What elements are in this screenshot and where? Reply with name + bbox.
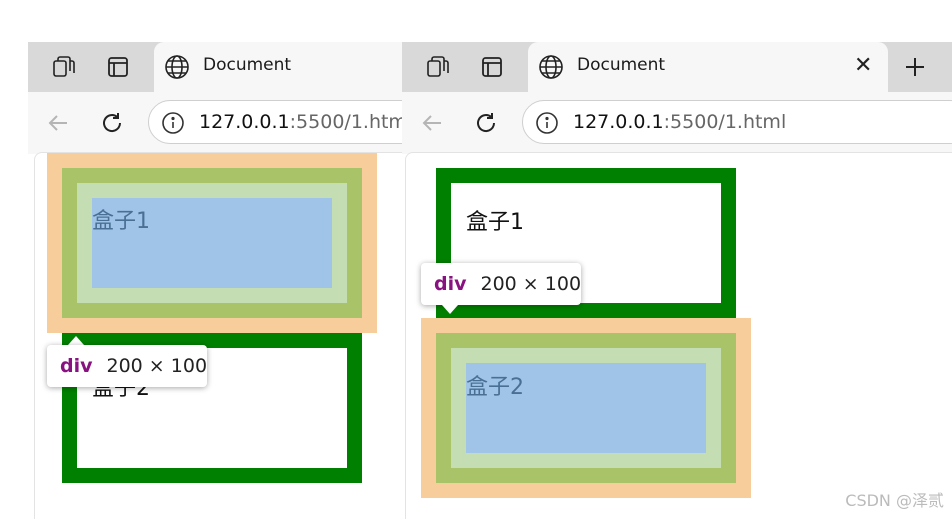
tab-bar: Document [28,42,402,92]
tab-title: Document [577,55,666,75]
workspaces-icon[interactable] [422,51,454,83]
new-tab-icon[interactable] [899,51,931,83]
info-icon[interactable] [161,111,185,135]
url-text: 127.0.0.1:5500/1.html [573,111,787,133]
url-text: 127.0.0.1:5500/1.html [199,111,402,133]
inspect-tooltip: div 200 × 100 [421,263,581,305]
left-browser-window: Document 127.0.0.1:5500/1.html 盒子1 盒子2 d… [28,42,402,519]
info-icon[interactable] [535,111,559,135]
page-content: 盒子1 盒子2 div 200 × 100 [34,152,402,519]
refresh-icon[interactable] [96,107,128,139]
box1-text: 盒子1 [466,210,524,235]
globe-icon [539,55,563,79]
back-icon[interactable] [42,107,74,139]
address-bar[interactable]: 127.0.0.1:5500/1.html [522,100,952,144]
watermark: CSDN @泽贰 [845,491,944,510]
tab-document[interactable]: Document ✕ [528,42,888,92]
tooltip-arrow [68,336,84,345]
refresh-icon[interactable] [470,107,502,139]
tooltip-arrow [442,305,458,314]
tab-actions-icon[interactable] [102,51,134,83]
box1-text: 盒子1 [92,209,150,234]
tab-actions-icon[interactable] [476,51,508,83]
close-tab-icon[interactable]: ✕ [854,53,872,78]
inspect-tooltip: div 200 × 100 [47,345,207,387]
back-icon[interactable] [416,107,448,139]
box2-text: 盒子2 [466,375,524,400]
toolbar: 127.0.0.1:5500/1.html [402,92,952,154]
toolbar: 127.0.0.1:5500/1.html [28,92,402,154]
tab-bar: Document ✕ [402,42,952,92]
tab-document[interactable]: Document [154,42,402,92]
tab-title: Document [203,55,292,75]
right-browser-window: Document ✕ 127.0.0.1:5500/1.html 盒子1 盒子2 [402,42,952,519]
globe-icon [165,55,189,79]
page-content: 盒子1 盒子2 div 200 × 100 [405,152,952,519]
address-bar[interactable]: 127.0.0.1:5500/1.html [148,100,402,144]
workspaces-icon[interactable] [48,51,80,83]
